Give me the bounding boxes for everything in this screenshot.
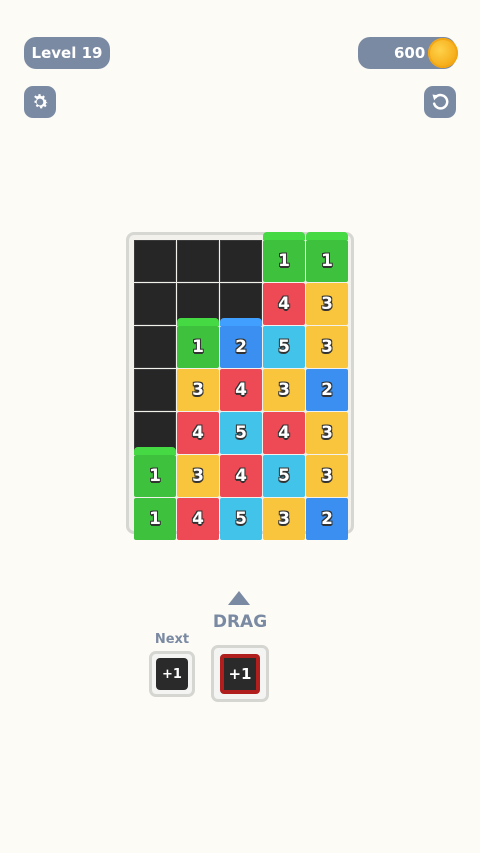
tile-number: 3 (321, 466, 333, 486)
tile-number: 3 (278, 509, 290, 529)
gear-icon (34, 94, 48, 109)
board-tile: 5 (220, 412, 262, 454)
tile-number: 2 (321, 380, 333, 400)
tile-number: 4 (192, 509, 204, 529)
tile-top-edge (220, 318, 262, 326)
level-badge: Level 19 (24, 37, 110, 69)
board-tile: 4 (220, 455, 262, 497)
empty-cell (134, 326, 176, 368)
board-tile: 1 (134, 447, 176, 497)
tile-number: 3 (321, 423, 333, 443)
tile-top-edge (177, 318, 219, 326)
next-label: Next (154, 632, 190, 647)
settings-button[interactable] (24, 86, 56, 118)
board-tile: 5 (263, 326, 305, 368)
board-tile: 4 (177, 412, 219, 454)
tile-top-edge (263, 232, 305, 240)
tile-number: 3 (321, 294, 333, 314)
tile-number: 5 (235, 509, 247, 529)
board-tile: 3 (306, 283, 348, 325)
drag-arrow-icon (228, 591, 250, 605)
board-tile: 4 (263, 412, 305, 454)
board-tile: 4 (177, 498, 219, 540)
tile-number: 3 (192, 380, 204, 400)
tile-number: 3 (321, 337, 333, 357)
empty-cell (134, 369, 176, 411)
drag-piece-slot[interactable]: +1 (211, 645, 269, 702)
tile-number: 5 (278, 337, 290, 357)
board-tile: 2 (306, 498, 348, 540)
board-tile: 4 (220, 369, 262, 411)
board-tile: 1 (306, 232, 348, 282)
tile-number: 5 (278, 466, 290, 486)
tile-top-edge (306, 232, 348, 240)
tile-number: 4 (278, 294, 290, 314)
tile-number: 5 (235, 423, 247, 443)
undo-icon (432, 93, 449, 110)
tile-number: 1 (278, 251, 290, 271)
tile-number: 4 (192, 423, 204, 443)
board-tile: 1 (263, 232, 305, 282)
undo-button[interactable] (424, 86, 456, 118)
coin-icon (428, 38, 458, 68)
tile-number: 1 (321, 251, 333, 271)
tile-number: 3 (278, 380, 290, 400)
board-tile: 2 (220, 318, 262, 368)
board-tile: 3 (177, 369, 219, 411)
tile-number: 2 (235, 337, 247, 357)
tile-top-edge (134, 447, 176, 455)
empty-cell (177, 240, 219, 282)
board-tile: 1 (177, 318, 219, 368)
board-tile: 5 (263, 455, 305, 497)
drag-label: DRAG (212, 612, 268, 632)
board-tile: 3 (177, 455, 219, 497)
tile-number: 1 (149, 466, 161, 486)
board-tile: 4 (263, 283, 305, 325)
tile-number: 1 (192, 337, 204, 357)
board-tile: 3 (263, 498, 305, 540)
level-label: Level 19 (31, 44, 103, 62)
tile-number: 4 (235, 466, 247, 486)
next-piece: +1 (156, 658, 188, 690)
empty-cell (220, 240, 262, 282)
drag-piece[interactable]: +1 (220, 653, 260, 694)
next-piece-slot: +1 (149, 651, 195, 697)
board-grid: 1 1 4 3 1 2 5 3 3 4 3 2 4 5 4 3 1 3 4 5 3 1 4 5 3 2 (134, 232, 348, 540)
board-tile: 3 (306, 412, 348, 454)
board-tile: 2 (306, 369, 348, 411)
board-tile: 3 (306, 326, 348, 368)
tile-number: 4 (278, 423, 290, 443)
board-tile: 3 (263, 369, 305, 411)
coin-count: 600 (394, 44, 426, 62)
board-tile: 3 (306, 455, 348, 497)
board-tile: 1 (134, 498, 176, 540)
tile-number: 3 (192, 466, 204, 486)
tile-number: 2 (321, 509, 333, 529)
tile-number: 1 (149, 509, 161, 529)
tile-number: 4 (235, 380, 247, 400)
board-tile: 5 (220, 498, 262, 540)
empty-cell (134, 240, 176, 282)
empty-cell (134, 283, 176, 325)
coin-counter: 600 (358, 37, 458, 69)
